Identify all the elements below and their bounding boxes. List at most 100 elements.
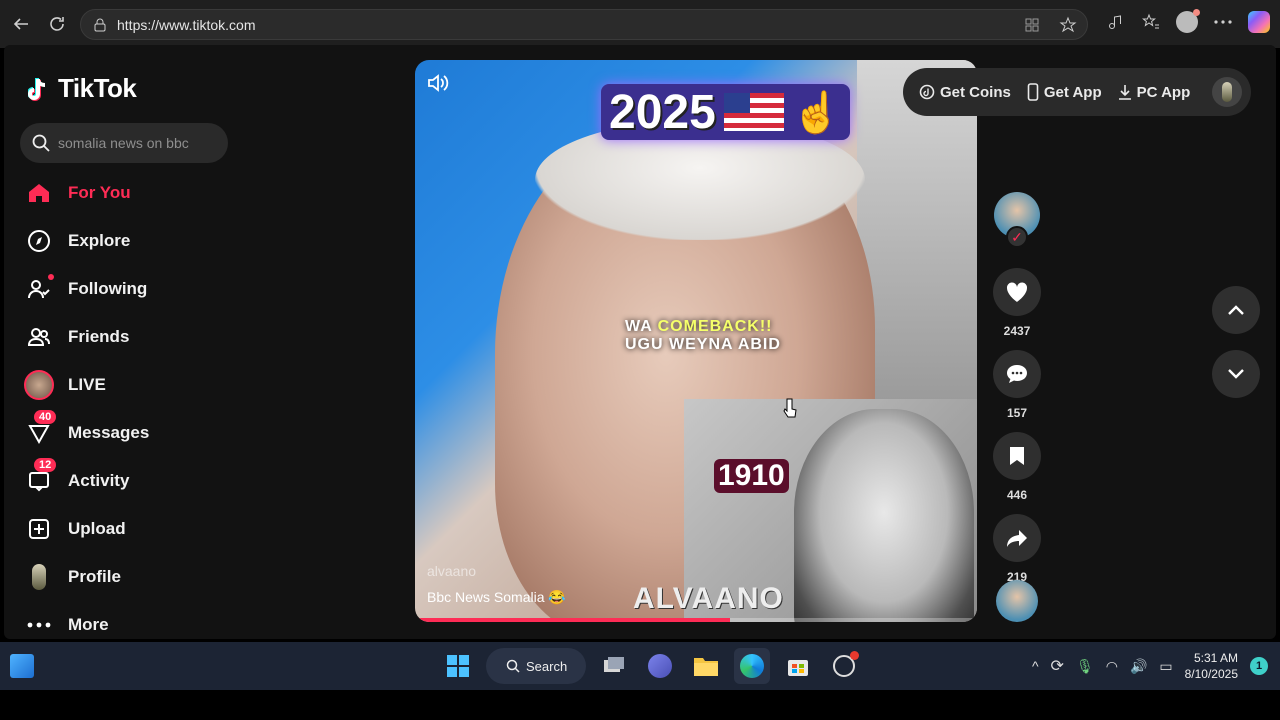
sidebar-item-for-you[interactable]: For You: [24, 169, 244, 217]
microphone-icon[interactable]: 🎙: [1076, 658, 1094, 675]
chevron-up-icon: [1228, 305, 1244, 315]
sidebar-item-upload[interactable]: Upload: [24, 505, 244, 553]
sidebar-item-label: Explore: [68, 231, 131, 250]
activity-badge: 12: [34, 458, 57, 472]
overlay-caption: WA COMEBACK!! UGU WEYNA ABID: [625, 318, 781, 354]
upload-icon: [24, 514, 54, 544]
address-bar[interactable]: https://www.tiktok.com: [80, 9, 1088, 40]
sidebar-item-live[interactable]: LIVE: [24, 361, 244, 409]
video-player[interactable]: 2025 ☝ WA COMEBACK!! UGU WEYNA ABID 1910…: [415, 60, 977, 622]
like-count: 2437: [1003, 324, 1031, 338]
file-explorer-icon[interactable]: [688, 648, 724, 684]
save-action: 446: [992, 432, 1042, 502]
sidebar-item-following[interactable]: Following: [24, 265, 244, 313]
edge-browser-icon[interactable]: [734, 648, 770, 684]
sidebar-item-label: More: [68, 615, 109, 634]
search-input[interactable]: [58, 135, 218, 151]
overlay-year-inset: 1910: [714, 459, 789, 493]
sidebar-item-activity[interactable]: 12 Activity: [24, 457, 244, 505]
sidebar-item-label: Following: [68, 279, 148, 298]
action-bar: ✓ 2437 157 446 219: [992, 192, 1042, 584]
sidebar-item-more[interactable]: More: [24, 601, 244, 639]
sidebar-item-profile[interactable]: Profile: [24, 553, 244, 601]
like-action: 2437: [992, 268, 1042, 338]
task-view-icon[interactable]: [596, 648, 632, 684]
live-avatar-icon: [24, 370, 54, 400]
bookmark-icon: [1010, 447, 1024, 465]
us-flag-icon: [723, 93, 784, 131]
video-progress-bar[interactable]: [415, 618, 977, 622]
clock[interactable]: 5:31 AM 8/10/2025: [1185, 650, 1238, 682]
share-button[interactable]: [993, 514, 1041, 562]
url-text: https://www.tiktok.com: [117, 16, 256, 33]
windows-start-icon[interactable]: [440, 648, 476, 684]
pc-app-button[interactable]: PC App: [1118, 84, 1190, 101]
get-app-label: Get App: [1043, 83, 1102, 101]
sidebar-item-friends[interactable]: Friends: [24, 313, 244, 361]
comment-count: 157: [1006, 406, 1028, 420]
chevron-up-icon[interactable]: ^: [1032, 658, 1039, 674]
chevron-down-icon: [1228, 369, 1244, 379]
video-progress-fill: [415, 618, 730, 622]
music-disc-avatar[interactable]: [996, 580, 1038, 622]
sidebar-item-label: Profile: [68, 567, 121, 586]
tiktok-logo[interactable]: TikTok: [28, 73, 137, 104]
store-icon[interactable]: [780, 648, 816, 684]
sidebar-item-label: Upload: [68, 519, 126, 538]
like-button[interactable]: [993, 268, 1041, 316]
refresh-icon[interactable]: [44, 11, 70, 37]
next-video-button[interactable]: [1212, 350, 1260, 398]
share-action: 219: [992, 514, 1042, 584]
comment-button[interactable]: [993, 350, 1041, 398]
media-control-icon[interactable]: [1104, 11, 1126, 33]
favorite-star-icon[interactable]: [1057, 14, 1079, 36]
more-menu-icon[interactable]: [1212, 11, 1234, 33]
app-recording-icon[interactable]: [826, 648, 862, 684]
sync-icon[interactable]: ⟳: [1051, 656, 1064, 676]
favorites-icon[interactable]: [1140, 11, 1162, 33]
messages-icon: 40: [24, 410, 57, 448]
screen-bottom-edge: [0, 690, 1280, 720]
sidebar-item-explore[interactable]: Explore: [24, 217, 244, 265]
following-icon: [24, 274, 54, 304]
get-coins-label: Get Coins: [940, 83, 1011, 101]
copilot-icon[interactable]: [1248, 11, 1270, 33]
volume-icon[interactable]: [427, 74, 449, 97]
messages-badge: 40: [34, 410, 57, 424]
speaker-icon[interactable]: 🔊: [1130, 658, 1147, 675]
meet-app-icon[interactable]: [642, 648, 678, 684]
search-bar[interactable]: [20, 123, 228, 163]
sidebar-item-messages[interactable]: 40 Messages: [24, 409, 244, 457]
comment-icon: [1007, 365, 1027, 383]
sidebar-nav: For You Explore Following Friends LIVE 4…: [24, 169, 244, 639]
phone-icon: [1027, 83, 1039, 101]
download-icon: [1118, 85, 1131, 100]
save-button[interactable]: [993, 432, 1041, 480]
video-author[interactable]: alvaano: [427, 563, 476, 579]
get-coins-button[interactable]: Get Coins: [919, 84, 1011, 101]
more-icon: [24, 610, 54, 639]
previous-video-button[interactable]: [1212, 286, 1260, 334]
author-avatar[interactable]: ✓: [994, 192, 1040, 248]
battery-icon[interactable]: ▭: [1159, 658, 1172, 675]
windows-taskbar: Search ^ ⟳ 🎙 ◠ 🔊 ▭ 5:31 AM 8/10/2025 1: [0, 642, 1280, 690]
sidebar-item-label: Messages: [68, 423, 150, 442]
app-grid-icon[interactable]: [1021, 14, 1043, 36]
activity-icon: 12: [24, 458, 57, 496]
sidebar-item-label: For You: [68, 183, 131, 202]
wifi-icon[interactable]: ◠: [1106, 658, 1118, 675]
user-avatar[interactable]: [1212, 77, 1243, 107]
compass-icon: [24, 226, 54, 256]
taskbar-search[interactable]: Search: [486, 648, 586, 684]
notification-badge[interactable]: 1: [1250, 657, 1268, 675]
widgets-icon[interactable]: [10, 654, 34, 678]
comment-action: 157: [992, 350, 1042, 420]
sidebar-item-label: Activity: [68, 471, 130, 490]
follow-check-icon[interactable]: ✓: [1006, 226, 1028, 248]
profile-avatar-icon[interactable]: [1176, 9, 1200, 33]
search-icon: [32, 134, 50, 152]
taskbar-search-label: Search: [526, 658, 568, 674]
back-icon[interactable]: [8, 11, 34, 37]
top-actions-bar: Get Coins Get App PC App: [903, 68, 1251, 116]
get-app-button[interactable]: Get App: [1027, 83, 1102, 101]
